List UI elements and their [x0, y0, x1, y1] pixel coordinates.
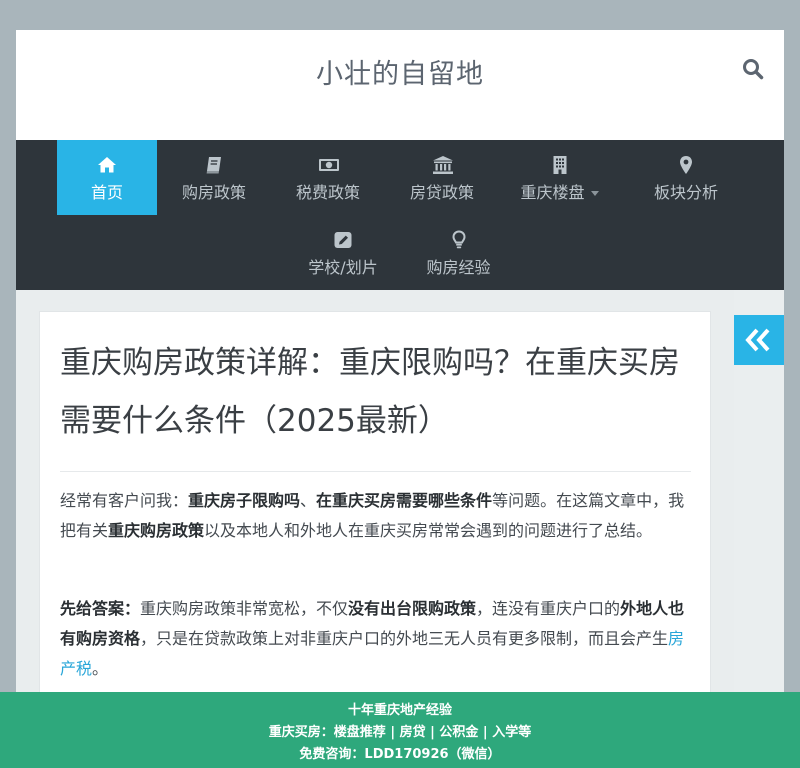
- text-segment: ，只是在贷款政策上对非重庆户口的外地三无人员有更多限制，而且会产生: [140, 629, 669, 648]
- nav-label: 购房经验: [426, 258, 491, 277]
- bold-text: 重庆购房政策: [108, 521, 205, 540]
- bold-text: 没有出台限购政策: [348, 599, 477, 618]
- footer-banner[interactable]: 十年重庆地产经验 重庆买房：楼盘推荐 | 房贷 | 公积金 | 入学等 免费咨询…: [0, 692, 800, 768]
- text-segment: 重庆购房政策非常宽松，不仅: [140, 599, 349, 618]
- nav-label: 税费政策: [295, 183, 360, 202]
- text-segment: 以及本地人和外地人在重庆买房常常会遇到的问题进行了总结。: [204, 521, 653, 540]
- map-marker-icon: [676, 155, 696, 175]
- nav-item-tax-policy[interactable]: 税费政策: [271, 140, 385, 215]
- article-paragraph-intro: 经常有客户问我：重庆房子限购吗、在重庆买房需要哪些条件等问题。在这篇文章中，我把…: [60, 486, 692, 546]
- footer-line-services: 重庆买房：楼盘推荐 | 房贷 | 公积金 | 入学等: [268, 725, 532, 740]
- main-nav: 首页 购房政策 税费政策 房贷政策 重庆楼盘 板块分析 学校/划片 购房经验: [16, 140, 784, 290]
- book-icon: [204, 155, 224, 175]
- footer-line-experience: 十年重庆地产经验: [347, 703, 452, 718]
- title-divider: [60, 471, 691, 472]
- nav-label: 购房政策: [181, 183, 246, 202]
- nav-item-buying-tips[interactable]: 购房经验: [405, 215, 512, 290]
- nav-item-loan-policy[interactable]: 房贷政策: [385, 140, 499, 215]
- nav-label: 房贷政策: [409, 183, 474, 202]
- lightbulb-icon: [449, 230, 469, 250]
- article-paragraph-answer: 先给答案：重庆购房政策非常宽松，不仅没有出台限购政策，连没有重庆户口的外地人也有…: [60, 594, 692, 684]
- article-card: 重庆购房政策详解：重庆限购吗？在重庆买房需要什么条件（2025最新） 经常有客户…: [39, 311, 711, 711]
- nav-item-home[interactable]: 首页: [57, 140, 157, 215]
- edit-icon: [333, 230, 353, 250]
- footer-line-contact: 免费咨询：LDD170926（微信）: [299, 747, 501, 762]
- nav-label-text: 重庆楼盘: [520, 183, 585, 202]
- text-segment: ，连没有重庆户口的: [476, 599, 621, 618]
- bold-text: 重庆房子限购吗: [188, 491, 301, 510]
- article-title: 重庆购房政策详解：重庆限购吗？在重庆买房需要什么条件（2025最新）: [60, 345, 680, 439]
- nav-item-listings[interactable]: 重庆楼盘: [499, 140, 620, 215]
- chevron-down-icon: [590, 191, 599, 196]
- double-chevron-left-icon: [745, 328, 770, 352]
- nav-label: 板块分析: [653, 183, 718, 202]
- nav-label: 重庆楼盘: [499, 179, 620, 203]
- home-icon: [97, 155, 117, 175]
- bold-text: 先给答案：: [60, 599, 141, 618]
- text-segment: 、: [300, 491, 317, 510]
- site-title[interactable]: 小壮的自留地: [16, 52, 784, 91]
- nav-item-purchase-policy[interactable]: 购房政策: [157, 140, 271, 215]
- nav-label: 学校/划片: [308, 258, 378, 277]
- sidebar-toggle-button[interactable]: [734, 315, 784, 365]
- building-icon: [550, 155, 570, 175]
- nav-label: 首页: [90, 183, 123, 202]
- money-icon: [318, 155, 339, 175]
- site-header: 小壮的自留地: [16, 30, 784, 140]
- text-segment: 。: [92, 659, 109, 678]
- search-icon[interactable]: [742, 58, 764, 80]
- bold-text: 在重庆买房需要哪些条件: [316, 491, 493, 510]
- nav-item-district-analysis[interactable]: 板块分析: [620, 140, 752, 215]
- nav-item-school-district[interactable]: 学校/划片: [292, 215, 394, 290]
- text-segment: 经常有客户问我：: [60, 491, 189, 510]
- bank-icon: [432, 155, 453, 175]
